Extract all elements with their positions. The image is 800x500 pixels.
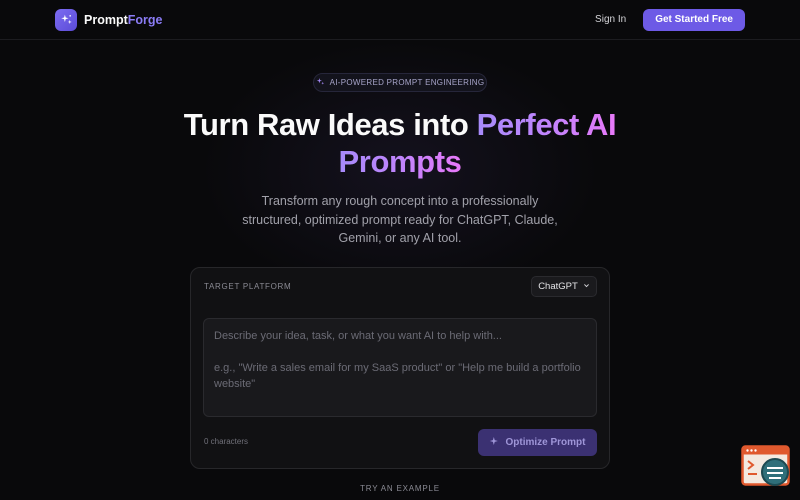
brand-name-primary: Prompt bbox=[84, 12, 128, 27]
get-started-button[interactable]: Get Started Free bbox=[643, 8, 745, 31]
sparkle-icon bbox=[489, 436, 500, 450]
sparkle-icon bbox=[55, 8, 77, 31]
headline-plain: Turn Raw Ideas into bbox=[183, 107, 469, 142]
optimize-prompt-label: Optimize Prompt bbox=[505, 437, 586, 448]
headline-accent-line-2: Prompts bbox=[338, 144, 462, 179]
platform-select[interactable]: ChatGPT bbox=[531, 276, 597, 297]
brand-name-accent: Forge bbox=[127, 12, 163, 27]
optimize-prompt-button[interactable]: Optimize Prompt bbox=[478, 429, 597, 456]
hero-badge: AI-POWERED PROMPT ENGINEERING bbox=[313, 73, 487, 92]
try-example-heading: TRY AN EXAMPLE bbox=[360, 484, 440, 493]
headline-accent-line-1: Perfect AI bbox=[476, 107, 617, 142]
brand-logo[interactable]: PromptForge bbox=[55, 8, 162, 31]
prompt-card: TARGET PLATFORM ChatGPT 0 characters Opt… bbox=[190, 267, 610, 469]
sparkle-icon bbox=[316, 77, 325, 88]
hero-subtitle: Transform any rough concept into a profe… bbox=[242, 194, 558, 245]
character-count: 0 characters bbox=[204, 437, 249, 446]
brand-name: PromptForge bbox=[84, 13, 162, 27]
target-platform-label: TARGET PLATFORM bbox=[204, 282, 292, 291]
platform-select-value: ChatGPT bbox=[538, 281, 578, 292]
nav-actions: Sign In Get Started Free bbox=[595, 8, 745, 31]
sign-in-link[interactable]: Sign In bbox=[595, 14, 626, 25]
code-terminal-icon[interactable] bbox=[741, 445, 791, 489]
page-title: Turn Raw Ideas into Perfect AI Prompts bbox=[0, 106, 800, 180]
top-nav: PromptForge Sign In Get Started Free bbox=[0, 0, 800, 40]
hero-badge-text: AI-POWERED PROMPT ENGINEERING bbox=[329, 78, 485, 87]
chevron-down-icon bbox=[583, 281, 590, 292]
idea-input[interactable] bbox=[203, 318, 597, 417]
